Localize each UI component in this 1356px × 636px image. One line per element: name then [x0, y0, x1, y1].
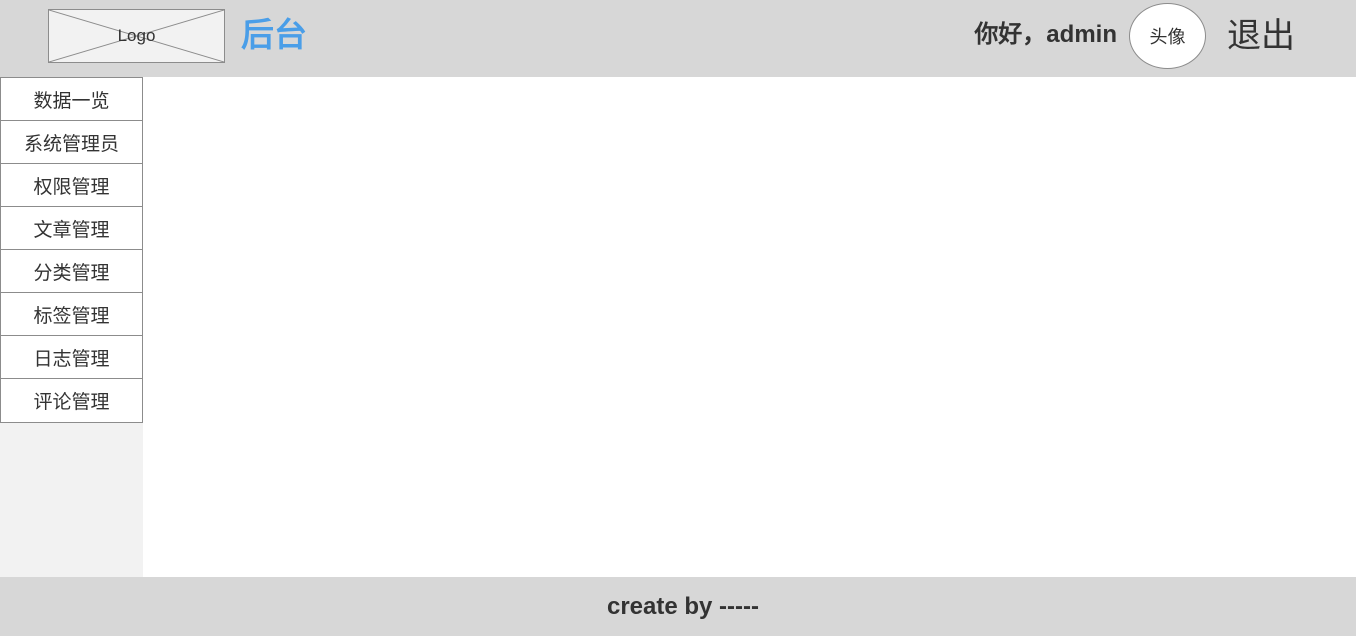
logo-text: Logo [117, 26, 156, 45]
avatar-label: 头像 [1149, 27, 1186, 47]
footer-credit: create by ----- [606, 592, 760, 620]
sidebar-item-tags[interactable]: 标签管理 [1, 293, 142, 336]
sidebar-item-permissions[interactable]: 权限管理 [1, 164, 142, 207]
logo-placeholder: Logo [48, 9, 225, 63]
user-greeting: 你好，admin [974, 21, 1117, 48]
avatar[interactable]: 头像 [1129, 3, 1206, 69]
logout-button[interactable]: 退出 [1227, 14, 1295, 58]
sidebar-item-categories[interactable]: 分类管理 [1, 250, 142, 293]
sidebar-menu: 数据一览 系统管理员 权限管理 文章管理 分类管理 标签管理 日志管理 评论管理 [0, 77, 143, 423]
site-title: 后台 [241, 16, 307, 53]
header: Logo 后台 你好，admin 头像 退出 [0, 0, 1356, 77]
sidebar-item-system-admins[interactable]: 系统管理员 [1, 121, 142, 164]
sidebar-item-data-overview[interactable]: 数据一览 [1, 78, 142, 121]
sidebar-item-articles[interactable]: 文章管理 [1, 207, 142, 250]
sidebar-item-logs[interactable]: 日志管理 [1, 336, 142, 379]
sidebar: 数据一览 系统管理员 权限管理 文章管理 分类管理 标签管理 日志管理 评论管理 [0, 77, 143, 577]
sidebar-item-comments[interactable]: 评论管理 [1, 379, 142, 422]
footer: create by ----- [0, 577, 1356, 636]
main-content [143, 77, 1356, 577]
